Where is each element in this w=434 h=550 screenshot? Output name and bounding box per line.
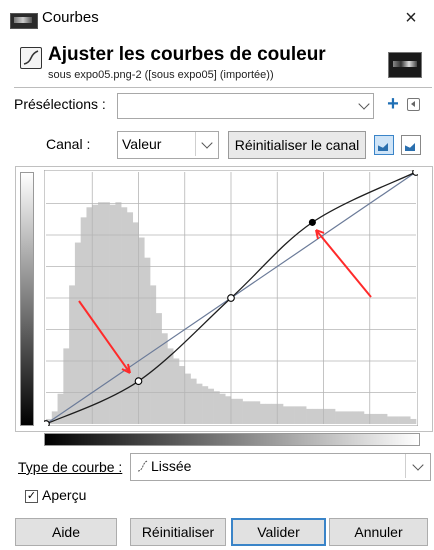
horizontal-gradient-bar — [44, 433, 420, 446]
histogram-bar — [138, 237, 145, 424]
curve-type-select[interactable]: Lissée — [130, 453, 431, 481]
linear-histogram-icon[interactable] — [374, 135, 394, 155]
histogram-bar — [387, 416, 394, 424]
histogram-bar — [231, 398, 238, 424]
close-button[interactable]: × — [396, 4, 426, 32]
histogram-bar — [103, 202, 110, 424]
histogram-bar — [115, 202, 122, 424]
histogram-bar — [398, 416, 405, 424]
histogram-bar — [69, 285, 76, 424]
dialog-subtitle: sous expo05.png-2 ([sous expo05] (import… — [48, 69, 274, 81]
presets-combo[interactable] — [117, 93, 374, 119]
image-thumbnail — [388, 52, 422, 78]
add-preset-icon[interactable]: + — [384, 94, 402, 114]
window-title: Courbes — [42, 9, 99, 26]
curve-control-point[interactable] — [227, 294, 235, 302]
histogram-bar — [329, 408, 336, 424]
histogram-bar — [207, 388, 214, 424]
histogram-bar — [271, 403, 278, 424]
histogram-bar — [259, 403, 266, 424]
reset-channel-button[interactable]: Réinitialiser le canal — [228, 131, 366, 159]
dialog-title: Ajuster les courbes de couleur — [48, 44, 326, 65]
histogram-bar — [132, 222, 139, 424]
chevron-down-icon — [412, 459, 424, 471]
header-separator — [14, 87, 432, 88]
histogram-bar — [294, 406, 301, 424]
preview-checkbox[interactable]: ✓ — [25, 490, 38, 503]
channel-select[interactable]: Valeur — [117, 131, 219, 159]
histogram-bar — [248, 401, 255, 424]
app-icon — [10, 13, 38, 29]
histogram-bar — [311, 408, 319, 424]
histogram-bar — [242, 401, 249, 424]
histogram-bar — [178, 366, 186, 424]
histogram-bar — [74, 242, 81, 424]
histogram-bar — [346, 411, 353, 424]
histogram-bar — [369, 413, 376, 424]
channel-label: Canal : — [46, 136, 91, 152]
histogram-bar — [161, 333, 168, 424]
histogram-bar — [150, 285, 157, 424]
histogram-bar — [109, 204, 116, 424]
curve-control-point[interactable] — [412, 170, 418, 176]
histogram-bar — [392, 416, 399, 424]
curve-type-label: Type de courbe : — [18, 459, 122, 475]
chevron-down-icon — [201, 137, 213, 149]
histogram-bar — [202, 386, 209, 424]
histogram-bar — [213, 391, 220, 424]
preset-menu-icon[interactable] — [407, 98, 420, 111]
chevron-down-icon — [358, 98, 370, 110]
histogram-bar — [300, 406, 307, 424]
histogram-bar — [254, 401, 261, 424]
histogram-bar — [225, 396, 232, 424]
log-histogram-icon[interactable] — [401, 135, 421, 155]
histogram-bar — [363, 413, 371, 424]
histogram-bar — [381, 413, 388, 424]
histogram-bar — [167, 348, 174, 424]
reset-button[interactable]: Réinitialiser — [130, 518, 226, 546]
histogram-bar — [335, 411, 342, 424]
histogram-bar — [236, 398, 243, 424]
histogram-bar — [410, 418, 417, 424]
histogram-bar — [98, 202, 105, 424]
curve-graph[interactable] — [44, 170, 418, 426]
cancel-button[interactable]: Annuler — [329, 518, 428, 546]
histogram-bar — [317, 408, 324, 424]
histogram-bar — [184, 373, 191, 424]
histogram-bar — [144, 257, 151, 424]
histogram-bar — [288, 406, 295, 424]
histogram-bar — [352, 411, 359, 424]
histogram-bar — [404, 416, 411, 424]
histogram-bar — [190, 378, 197, 424]
curve-control-point[interactable] — [134, 377, 143, 386]
help-button[interactable]: Aide — [15, 518, 117, 546]
histogram-bar — [323, 408, 330, 424]
smooth-curve-icon — [137, 460, 149, 472]
curve-control-point[interactable] — [308, 218, 316, 226]
channel-value: Valeur — [122, 136, 162, 152]
curve-type-label-text: Type de courbe : — [18, 459, 123, 475]
histogram-bar — [358, 411, 365, 424]
histogram-bar — [196, 383, 203, 424]
histogram-bar — [173, 358, 180, 424]
histogram-bar — [277, 403, 284, 424]
presets-label: Présélections : — [14, 96, 106, 112]
curve-type-value: Lissée — [151, 458, 192, 474]
histogram-bar — [340, 411, 347, 424]
histogram-bar — [63, 348, 70, 424]
curves-tool-icon — [20, 47, 42, 69]
histogram-bar — [80, 217, 87, 424]
histogram-bar — [265, 403, 272, 424]
ok-button[interactable]: Valider — [231, 518, 326, 546]
vertical-gradient-bar — [20, 172, 34, 426]
curve-control-point[interactable] — [44, 420, 50, 426]
histogram-bar — [306, 408, 313, 424]
histogram-bar — [219, 393, 226, 424]
histogram-bar — [283, 406, 290, 424]
histogram-bar — [375, 413, 382, 424]
preview-label[interactable]: Aperçu — [42, 487, 86, 503]
